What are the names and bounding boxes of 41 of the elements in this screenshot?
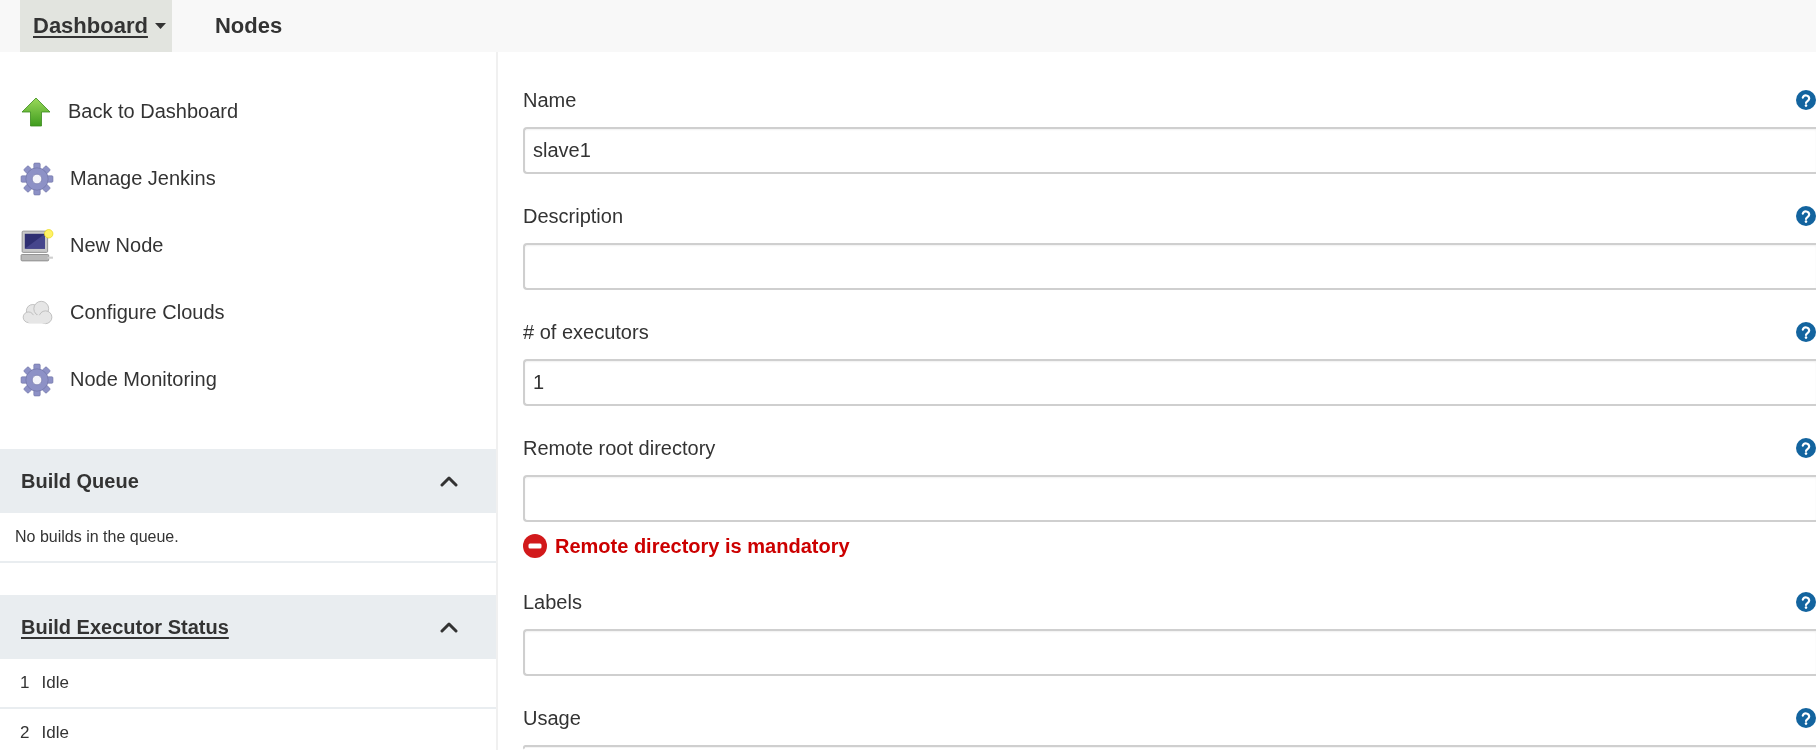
error-icon xyxy=(523,534,547,558)
executor-status: Idle xyxy=(41,673,69,693)
caret-icon[interactable] xyxy=(154,23,166,29)
field-label: Remote root directory xyxy=(523,436,716,460)
input-field[interactable]: slave1 xyxy=(523,127,1816,174)
gear-icon xyxy=(20,161,54,196)
input-field[interactable] xyxy=(523,475,1816,522)
breadcrumb-link[interactable]: Dashboard xyxy=(20,0,172,52)
executor-number: 1 xyxy=(20,673,30,693)
input-field[interactable] xyxy=(523,629,1816,676)
sidebar-link[interactable]: New Node xyxy=(20,212,164,279)
field-label: Description xyxy=(523,204,624,228)
chevron-icon[interactable] xyxy=(440,621,458,633)
computer-icon xyxy=(20,228,54,263)
help-icon[interactable] xyxy=(1796,592,1816,612)
field-label: Name xyxy=(523,88,577,112)
executor-number: 2 xyxy=(20,723,30,743)
chevron-icon[interactable] xyxy=(440,475,458,487)
field-label: Usage xyxy=(523,706,581,730)
breadcrumb-link[interactable]: Nodes xyxy=(201,0,289,52)
help-icon[interactable] xyxy=(1796,708,1816,728)
panel-title: Build Queue xyxy=(21,469,139,493)
sidebar-link[interactable]: Configure Clouds xyxy=(20,279,225,346)
field-label: Labels xyxy=(523,590,582,614)
input-field[interactable]: 1 xyxy=(523,359,1816,406)
help-icon[interactable] xyxy=(1796,90,1816,110)
queue-message: No builds in the queue. xyxy=(15,527,179,547)
sidebar-link[interactable]: Node Monitoring xyxy=(20,346,217,413)
help-icon[interactable] xyxy=(1796,322,1816,342)
executor-status: Idle xyxy=(41,723,69,743)
error-message: Remote directory is mandatory xyxy=(555,534,850,558)
panel-title-link[interactable]: Build Executor Status xyxy=(21,615,229,639)
input-field[interactable] xyxy=(523,745,1816,750)
field-label: # of executors xyxy=(523,320,649,344)
help-icon[interactable] xyxy=(1796,438,1816,458)
sidebar-link[interactable]: Back to Dashboard xyxy=(20,78,239,145)
gear-icon xyxy=(20,362,54,397)
input-field[interactable] xyxy=(523,243,1816,290)
help-icon[interactable] xyxy=(1796,206,1816,226)
arrow-up-icon xyxy=(20,95,52,128)
sidebar-link[interactable]: Manage Jenkins xyxy=(20,145,216,212)
